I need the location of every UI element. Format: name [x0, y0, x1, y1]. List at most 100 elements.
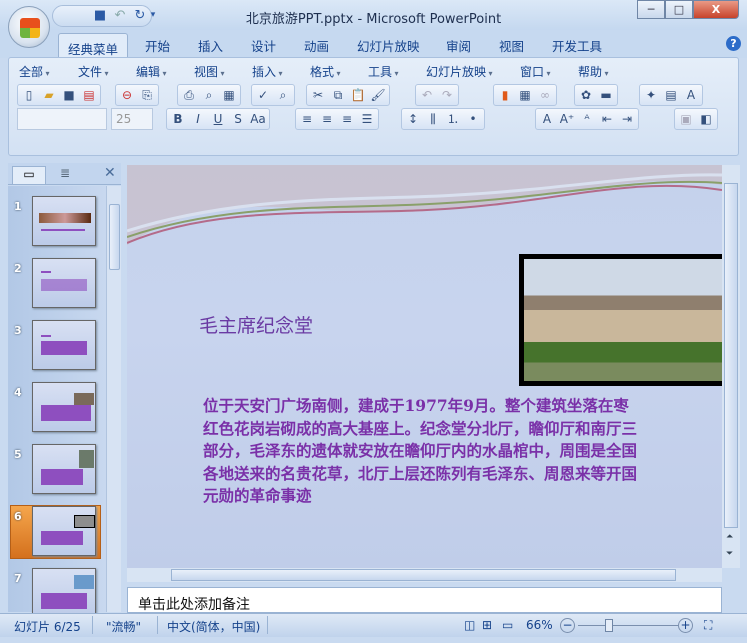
menu-file[interactable]: 文件 — [78, 63, 109, 80]
increase-indent-icon[interactable]: ⇥ — [618, 110, 636, 128]
help-icon[interactable]: ? — [726, 36, 741, 51]
menu-insert[interactable]: 插入 — [252, 63, 283, 80]
change-case-icon[interactable]: Aa — [249, 110, 267, 128]
thumbnails-scrollbar[interactable] — [106, 186, 121, 612]
zoom-slider-thumb[interactable] — [605, 619, 613, 632]
align-center-icon[interactable]: ≡ — [318, 110, 336, 128]
language[interactable]: 中文(简体，中国) — [167, 618, 260, 635]
tab-review[interactable]: 审阅 — [446, 36, 471, 55]
tab-home[interactable]: 开始 — [145, 36, 170, 55]
close-button[interactable]: X — [693, 0, 739, 19]
hyperlink-icon[interactable]: ∞ — [536, 86, 554, 104]
new-slide-icon[interactable]: ✦ — [642, 86, 660, 104]
menu-window[interactable]: 窗口 — [520, 63, 551, 80]
slide-body-text[interactable]: 位于天安门广场南侧，建成于1977年9月。整个建筑坐落在枣红色花岗岩砌成的高大基… — [203, 395, 643, 508]
slide-title[interactable]: 毛主席纪念堂 — [199, 311, 313, 338]
numbering-icon[interactable]: ⒈ — [444, 110, 462, 128]
slide-thumb-1[interactable] — [32, 196, 96, 246]
slide-thumb-2[interactable] — [32, 258, 96, 308]
bold-icon[interactable]: B — [169, 110, 187, 128]
format-painter-icon[interactable]: 🖌 — [369, 86, 387, 104]
outline-tab-icon[interactable]: ≣ — [48, 166, 82, 184]
zoom-in-button[interactable]: + — [678, 618, 693, 633]
next-slide-icon[interactable]: ⏷ — [726, 549, 733, 559]
save-icon[interactable]: ■ — [60, 86, 78, 104]
open-icon[interactable]: ▰ — [40, 86, 58, 104]
shadow-icon[interactable]: S — [229, 110, 247, 128]
font-size-combo[interactable]: 25 — [111, 108, 153, 130]
grow-font-icon[interactable]: A⁺ — [558, 110, 576, 128]
theme-name[interactable]: "流畅" — [106, 618, 141, 635]
bullets-icon[interactable]: • — [464, 110, 482, 128]
menu-tools[interactable]: 工具 — [368, 63, 399, 80]
research-icon[interactable]: ⌕ — [274, 86, 292, 104]
redo-icon[interactable]: ↷ — [438, 86, 456, 104]
spelling-icon[interactable]: ✓ — [254, 86, 272, 104]
maximize-button[interactable]: □ — [665, 0, 693, 19]
menu-format[interactable]: 格式 — [310, 63, 341, 80]
tab-animation[interactable]: 动画 — [304, 36, 329, 55]
menu-all[interactable]: 全部 — [19, 63, 50, 80]
menu-help[interactable]: 帮助 — [578, 63, 609, 80]
menu-view[interactable]: 视图 — [194, 63, 225, 80]
tab-insert[interactable]: 插入 — [198, 36, 223, 55]
italic-icon[interactable]: I — [189, 110, 207, 128]
cut-icon[interactable]: ✂ — [309, 86, 327, 104]
print-preview-icon[interactable]: ⌕ — [200, 86, 218, 104]
minimize-button[interactable]: ─ — [637, 0, 665, 19]
underline-icon[interactable]: U — [209, 110, 227, 128]
slide-thumb-6[interactable] — [32, 506, 96, 556]
grayscale-icon[interactable]: ▬ — [597, 86, 615, 104]
slide-vertical-scrollbar[interactable]: ⏶ ⏷ — [722, 165, 740, 568]
slide-horizontal-scrollbar[interactable] — [127, 568, 722, 582]
close-panel-icon[interactable]: ✕ — [104, 165, 116, 181]
justify-icon[interactable]: ☰ — [358, 110, 376, 128]
save-as-pdf-icon[interactable]: ▤ — [80, 86, 98, 104]
slide-thumb-7[interactable] — [32, 568, 96, 618]
zoom-slider[interactable] — [578, 625, 678, 626]
paste-icon[interactable]: 📋 — [349, 86, 367, 104]
permission-icon[interactable]: ⊖ — [118, 86, 136, 104]
slide-canvas[interactable]: 毛主席纪念堂 位于天安门广场南侧，建成于1977年9月。整个建筑坐落在枣红色花岗… — [127, 165, 722, 568]
normal-view-icon[interactable]: ◫ — [464, 618, 481, 632]
line-spacing-icon[interactable]: ↕ — [404, 110, 422, 128]
previous-slide-icon[interactable]: ⏶ — [726, 532, 733, 542]
color-icon[interactable]: ✿ — [577, 86, 595, 104]
slideshow-view-icon[interactable]: ▭ — [502, 618, 513, 632]
tab-classic-menu[interactable]: 经典菜单 — [58, 33, 128, 59]
print-icon[interactable]: ⎙ — [180, 86, 198, 104]
align-left-icon[interactable]: ≡ — [298, 110, 316, 128]
layout-icon[interactable]: ▤ — [662, 86, 680, 104]
zoom-out-button[interactable]: − — [560, 618, 575, 633]
decrease-indent-icon[interactable]: ⇤ — [598, 110, 616, 128]
slide-thumb-5[interactable] — [32, 444, 96, 494]
tab-view[interactable]: 视图 — [499, 36, 524, 55]
new-icon[interactable]: ▯ — [20, 86, 38, 104]
slide-sorter-icon[interactable]: ⊞ — [482, 618, 492, 632]
tab-developer[interactable]: 开发工具 — [552, 36, 602, 55]
tab-slideshow[interactable]: 幻灯片放映 — [357, 36, 420, 55]
fit-to-window-icon[interactable]: ⛶ — [704, 618, 712, 633]
shapes-icon[interactable]: ◧ — [697, 110, 715, 128]
text-box-icon[interactable]: A — [682, 86, 700, 104]
memorial-hall-photo[interactable] — [519, 254, 722, 386]
zoom-level[interactable]: 66% — [526, 618, 553, 632]
slide-thumb-4[interactable] — [32, 382, 96, 432]
office-button[interactable] — [8, 6, 50, 48]
text-direction-icon[interactable]: ⫼ — [424, 110, 442, 128]
font-color-icon[interactable]: A — [538, 110, 556, 128]
table-grid-icon[interactable]: ▦ — [220, 86, 238, 104]
table-icon[interactable]: ▦ — [516, 86, 534, 104]
notes-pane[interactable]: 单击此处添加备注 — [127, 587, 722, 613]
chart-icon[interactable]: ▮ — [496, 86, 514, 104]
attach-icon[interactable]: ⎘ — [138, 86, 156, 104]
copy-icon[interactable]: ⧉ — [329, 86, 347, 104]
slide-thumb-3[interactable] — [32, 320, 96, 370]
menu-slideshow[interactable]: 幻灯片放映 — [426, 63, 493, 80]
arrange-icon[interactable]: ▣ — [677, 110, 695, 128]
menu-edit[interactable]: 编辑 — [136, 63, 167, 80]
tab-design[interactable]: 设计 — [251, 36, 276, 55]
align-right-icon[interactable]: ≡ — [338, 110, 356, 128]
undo-icon[interactable]: ↶ — [418, 86, 436, 104]
shrink-font-icon[interactable]: ᴬ — [578, 110, 596, 128]
